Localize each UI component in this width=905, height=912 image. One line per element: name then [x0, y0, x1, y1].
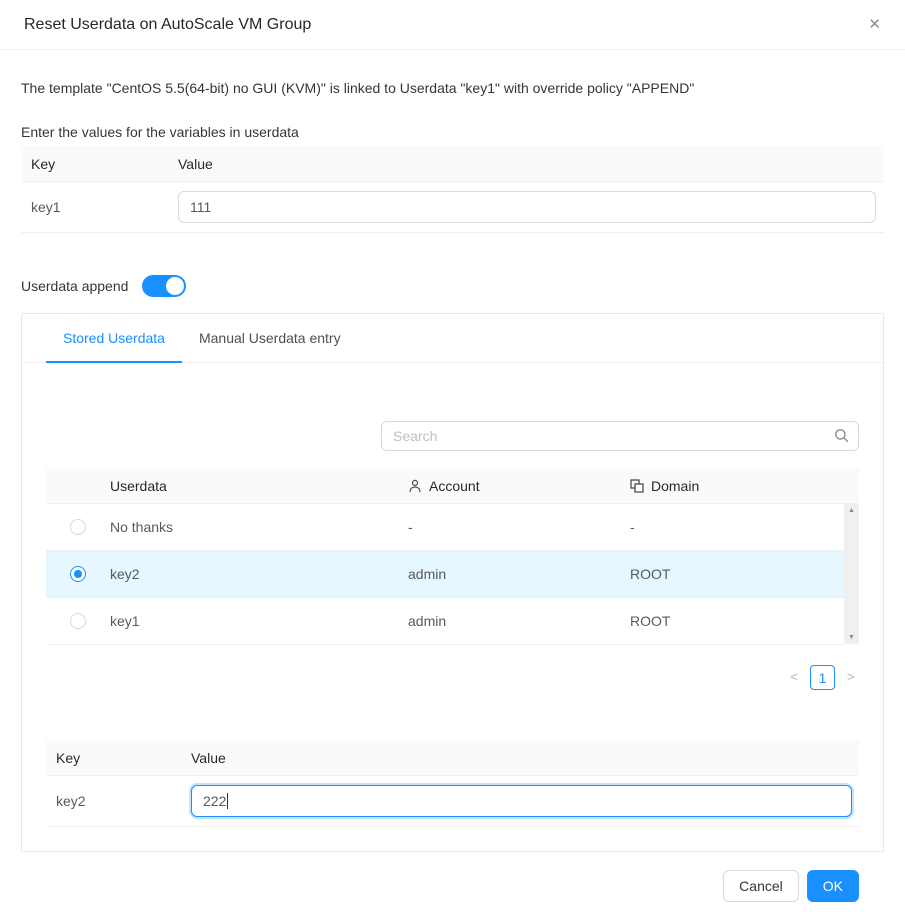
table-scrollbar[interactable]: ▲ ▼: [844, 504, 859, 644]
variables-table-header: Key Value: [21, 146, 884, 182]
variable-key-label: key1: [21, 199, 178, 215]
account-column-header: Account: [408, 478, 630, 494]
radio-no-thanks[interactable]: [70, 519, 86, 535]
toggle-knob: [166, 277, 184, 295]
modal-header: Reset Userdata on AutoScale VM Group ✕: [0, 0, 905, 50]
stored-userdata-table-header: Userdata Account Domain: [46, 468, 859, 504]
text-caret: [227, 793, 228, 809]
tab-stored-userdata[interactable]: Stored Userdata: [46, 314, 182, 362]
kv-key-label: key2: [46, 793, 191, 809]
modal-body: The template "CentOS 5.5(64-bit) no GUI …: [0, 50, 905, 902]
pagination: < 1 >: [46, 665, 859, 690]
stored-userdata-table-body: No thanks - - key2 admin ROOT key1: [46, 504, 859, 645]
kv-value-input-focused[interactable]: 222: [191, 785, 852, 817]
radio-key2-checked[interactable]: [70, 566, 86, 582]
scroll-up-icon[interactable]: ▲: [848, 507, 855, 514]
stored-userdata-table: Userdata Account Domain: [46, 468, 859, 645]
table-row-key1[interactable]: key1 admin ROOT: [46, 598, 844, 645]
scroll-down-icon[interactable]: ▼: [848, 634, 855, 641]
close-icon[interactable]: ✕: [868, 17, 881, 32]
ok-button[interactable]: OK: [807, 870, 859, 902]
pagination-next-icon[interactable]: >: [843, 670, 859, 685]
pagination-prev-icon[interactable]: <: [786, 670, 802, 685]
person-icon: [408, 479, 422, 493]
search-box: [381, 421, 859, 451]
tab-bar: Stored Userdata Manual Userdata entry: [22, 314, 883, 363]
userdata-column-header: Userdata: [110, 478, 408, 494]
selected-userdata-kv-table: Key Value key2 222: [46, 740, 859, 827]
table-row-key2[interactable]: key2 admin ROOT: [46, 551, 844, 598]
template-link-info: The template "CentOS 5.5(64-bit) no GUI …: [21, 80, 884, 96]
key-column-header: Key: [46, 750, 191, 766]
variables-table: Key Value key1: [21, 146, 884, 233]
search-icon[interactable]: [834, 428, 849, 443]
variable-value-input[interactable]: [178, 191, 876, 223]
userdata-append-toggle[interactable]: [142, 275, 186, 297]
tab-manual-userdata-entry[interactable]: Manual Userdata entry: [182, 314, 358, 362]
reset-userdata-modal: Reset Userdata on AutoScale VM Group ✕ T…: [0, 0, 905, 912]
radio-key1[interactable]: [70, 613, 86, 629]
stored-userdata-panel: Userdata Account Domain: [22, 363, 883, 851]
table-row: key2 222: [46, 776, 859, 827]
search-input[interactable]: [381, 421, 859, 451]
cancel-button[interactable]: Cancel: [723, 870, 799, 902]
kv-table-header: Key Value: [46, 740, 859, 776]
userdata-card: Stored Userdata Manual Userdata entry: [21, 313, 884, 852]
key-column-header: Key: [21, 156, 178, 172]
variables-section-label: Enter the values for the variables in us…: [21, 124, 884, 140]
userdata-append-row: Userdata append: [21, 275, 884, 297]
value-column-header: Value: [191, 750, 859, 766]
modal-footer: Cancel OK: [21, 870, 884, 902]
modal-title: Reset Userdata on AutoScale VM Group: [24, 16, 311, 34]
pagination-page-1[interactable]: 1: [810, 665, 835, 690]
table-row: key1: [21, 182, 884, 233]
block-icon: [630, 479, 644, 493]
domain-column-header: Domain: [630, 478, 859, 494]
value-column-header: Value: [178, 156, 884, 172]
table-row-no-thanks[interactable]: No thanks - -: [46, 504, 844, 551]
userdata-append-label: Userdata append: [21, 278, 128, 294]
